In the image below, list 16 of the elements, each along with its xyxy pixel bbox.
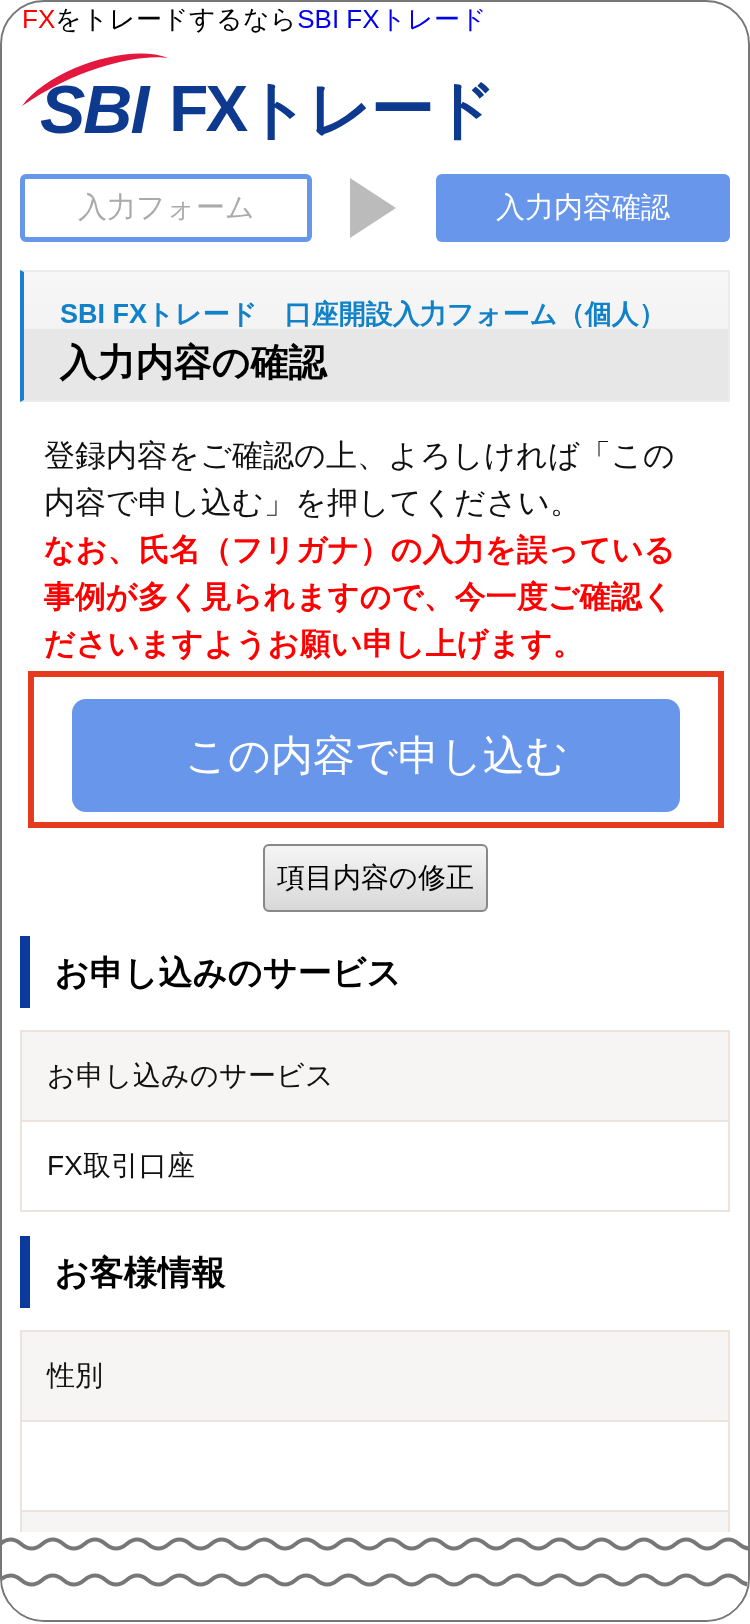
step-indicator: 入力内容確認 (436, 174, 730, 242)
instruction-text: 登録内容をご確認の上、よろしければ「この内容で申し込む」を押してください。 (44, 437, 676, 522)
warning-text: なお、氏名（フリガナ）の入力を誤っている事例が多く見られますので、今一度ご確認くださいますようお願い申し上げます。 (44, 531, 677, 663)
section-heading: お申し込みのサービス (20, 936, 730, 1008)
edit-button[interactable]: 項目内容の修正 (262, 844, 488, 912)
site-link[interactable]: SBI FXトレード (297, 4, 487, 34)
page-title: 入力内容の確認 (60, 340, 329, 385)
table-label: 性別 (22, 1332, 728, 1422)
table-label: お申し込みのサービス (22, 1032, 728, 1122)
tagline-text: をトレードするなら (55, 4, 298, 34)
header-subtitle: SBI FXトレード 口座開設入力フォーム（個人） (60, 298, 667, 331)
step-indicator: 入力フォーム (20, 174, 312, 242)
logo-text: FXトレード (169, 74, 496, 144)
tagline-text: FX (22, 4, 56, 34)
section-heading: お客様情報 (20, 1236, 730, 1308)
logo-text: SBI (40, 74, 148, 144)
